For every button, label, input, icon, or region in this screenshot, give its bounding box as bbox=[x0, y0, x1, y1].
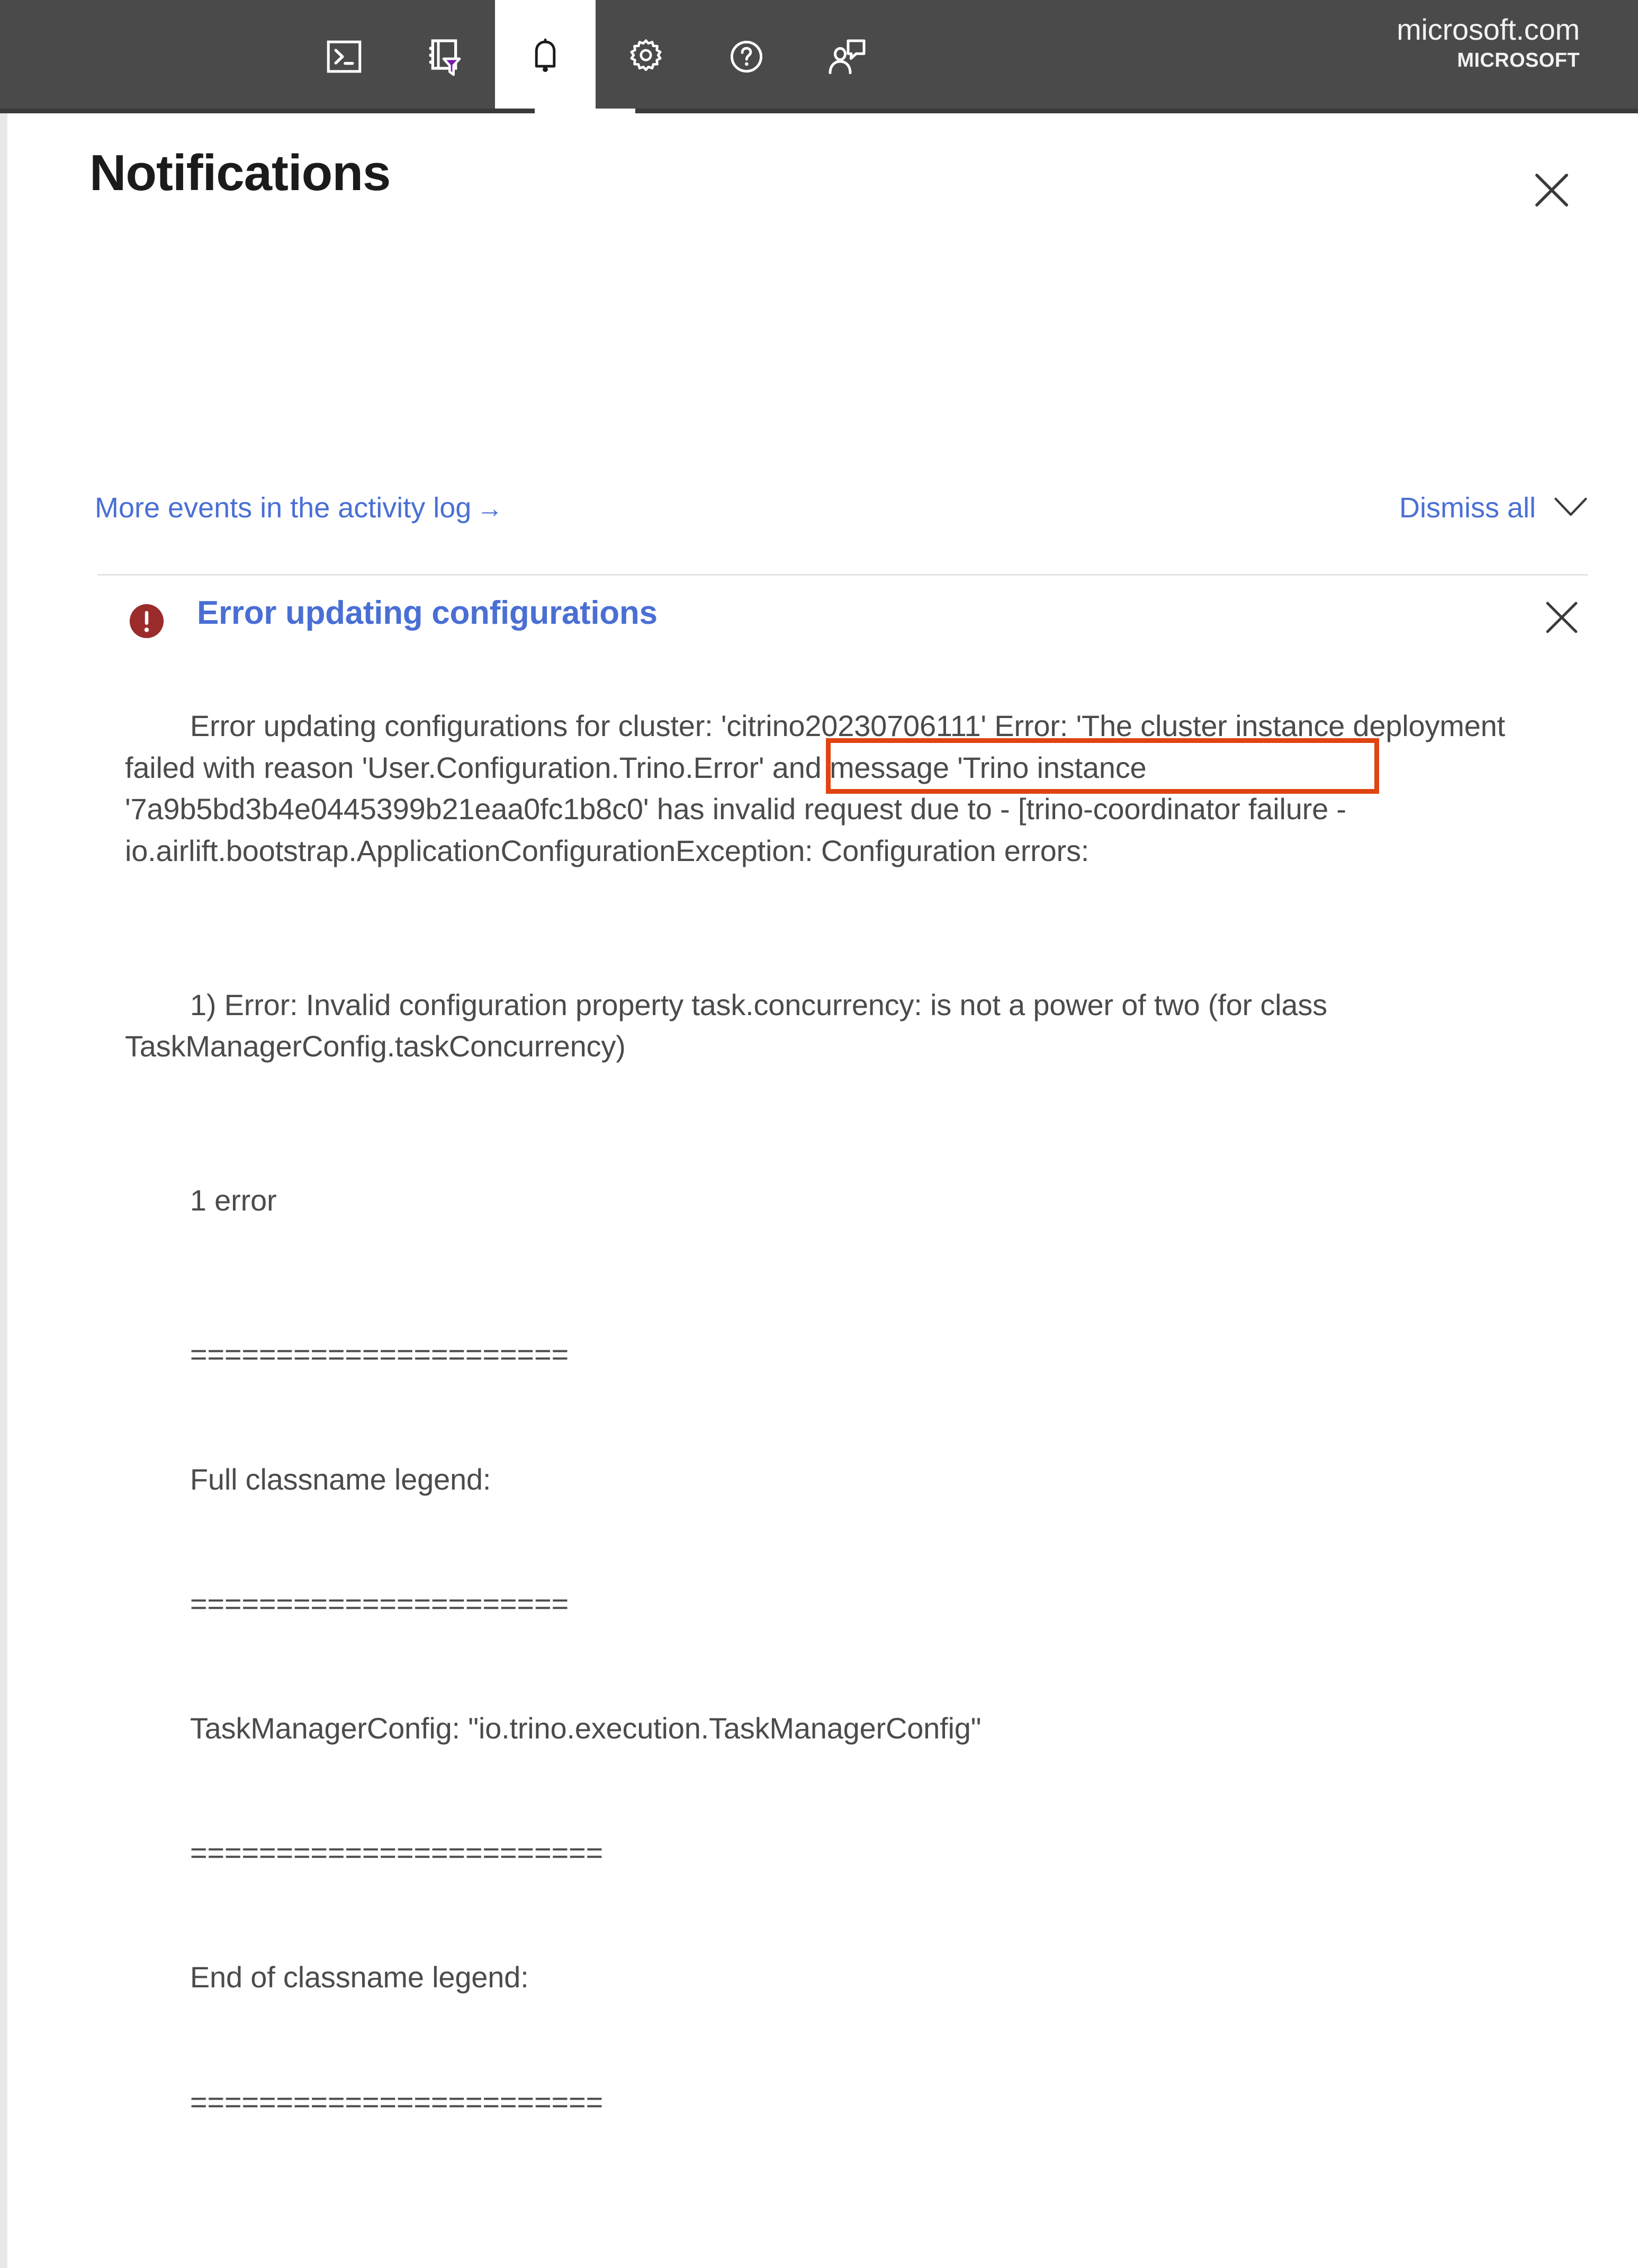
legend-entry-taskmanagerconfig: TaskManagerConfig: "io.trino.execution.T… bbox=[190, 1711, 982, 1745]
notification-item: Error updating configurations Error upda… bbox=[7, 590, 1638, 2268]
azure-portal-notifications-screen: Cloud Shell Directories + subscriptions bbox=[0, 0, 1638, 2268]
more-events-label: More events in the activity log bbox=[95, 492, 472, 524]
arrow-right-icon: → bbox=[476, 494, 503, 523]
divider-top bbox=[97, 574, 1588, 576]
account-domain: microsoft.com bbox=[1397, 13, 1580, 46]
message-spacer-3 bbox=[125, 1263, 1556, 1293]
legend-separator-1: ====================== bbox=[190, 1338, 569, 1371]
panel-command-row: More events in the activity log → Dismiss… bbox=[7, 463, 1638, 553]
page-title: Notifications bbox=[89, 145, 391, 201]
notifications-bell-button[interactable]: Notifications bbox=[495, 0, 596, 113]
directory-subscription-filter-button[interactable]: Directories + subscriptions bbox=[394, 0, 495, 113]
dismiss-notification-button[interactable] bbox=[1535, 591, 1588, 644]
cloud-shell-icon bbox=[327, 40, 362, 73]
notifications-panel-header: Notifications bbox=[7, 113, 1638, 235]
message-para-1: Error updating configurations for cluste… bbox=[125, 709, 1514, 867]
chevron-down-icon bbox=[1552, 495, 1590, 521]
dismiss-all-label: Dismiss all bbox=[1399, 492, 1536, 524]
topbar-underline bbox=[0, 109, 1638, 113]
help-button[interactable]: Help bbox=[696, 0, 797, 113]
active-tab-indicator bbox=[535, 109, 635, 113]
notification-message: Error updating configurations for cluste… bbox=[7, 664, 1638, 2268]
notifications-bell-icon bbox=[535, 38, 556, 72]
cloud-shell-button[interactable]: Cloud Shell bbox=[294, 0, 394, 113]
message-spacer-1 bbox=[125, 913, 1556, 943]
directory-subscription-filter-icon bbox=[429, 39, 461, 76]
notification-header: Error updating configurations bbox=[7, 590, 1638, 664]
legend-heading: Full classname legend: bbox=[190, 1462, 491, 1496]
legend-separator-2: ====================== bbox=[190, 1586, 569, 1620]
feedback-person-icon bbox=[829, 39, 866, 75]
close-icon bbox=[1546, 602, 1578, 633]
close-panel-button[interactable] bbox=[1523, 161, 1581, 219]
error-circle-icon bbox=[128, 603, 165, 640]
legend-separator-3: ======================== bbox=[190, 1836, 603, 1870]
close-icon bbox=[1535, 174, 1568, 207]
notifications-panel: Notifications More events in the activit… bbox=[0, 113, 1638, 2268]
top-navigation-bar: Cloud Shell Directories + subscriptions bbox=[0, 0, 1638, 113]
notification-title[interactable]: Error updating configurations bbox=[197, 594, 658, 632]
feedback-button[interactable]: Feedback bbox=[797, 0, 897, 113]
legend-end-heading: End of classname legend: bbox=[190, 1960, 529, 1994]
help-question-icon bbox=[730, 40, 763, 73]
settings-gear-icon bbox=[630, 39, 662, 71]
message-error-count: 1 error bbox=[190, 1184, 277, 1217]
message-spacer-4 bbox=[125, 2164, 1556, 2194]
settings-button[interactable]: Settings bbox=[596, 0, 696, 113]
account-info[interactable]: microsoft.com MICROSOFT bbox=[1397, 13, 1580, 72]
more-events-activity-log-link[interactable]: More events in the activity log → bbox=[95, 491, 503, 524]
topbar-icon-group: Cloud Shell Directories + subscriptions bbox=[294, 0, 897, 113]
account-organization: MICROSOFT bbox=[1457, 49, 1580, 72]
message-spacer-2 bbox=[125, 1109, 1556, 1139]
legend-separator-4: ======================== bbox=[190, 2085, 603, 2119]
message-para-2: 1) Error: Invalid configuration property… bbox=[125, 988, 1335, 1063]
dismiss-all-button[interactable]: Dismiss all bbox=[1399, 491, 1590, 524]
